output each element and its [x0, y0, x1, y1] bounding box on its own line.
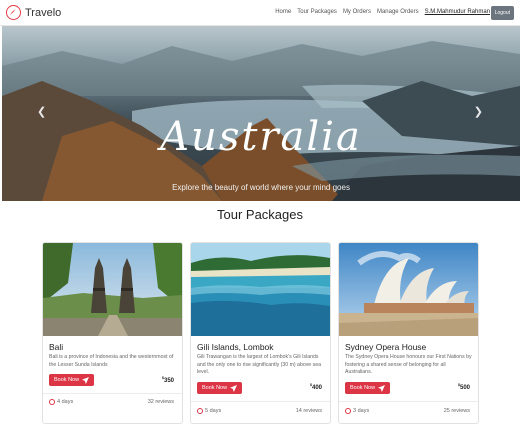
tour-image-sydney: [339, 243, 478, 336]
logout-button[interactable]: Logout: [490, 6, 514, 20]
paper-plane-icon: [378, 384, 386, 392]
card-divider: [339, 401, 478, 402]
navbar: Travelo Home Tour Packages My Orders Man…: [0, 0, 520, 26]
hero-subtitle: Explore the beauty of world where your m…: [172, 183, 350, 192]
tour-image-gili: [191, 243, 330, 336]
paper-plane-icon: [230, 384, 238, 392]
tour-reviews[interactable]: 14 reviews: [296, 408, 322, 414]
card-divider: [191, 401, 330, 402]
tour-price-value: 500: [459, 385, 470, 391]
nav-my-orders[interactable]: My Orders: [343, 9, 371, 15]
tour-name: Sydney Opera House: [345, 342, 427, 352]
book-now-label: Book Now: [350, 385, 376, 391]
tour-card-gili: Gili Islands, Lombok Gili Trawangan is t…: [190, 242, 331, 424]
book-now-button[interactable]: Book Now: [345, 382, 391, 394]
card-divider: [43, 393, 182, 394]
paper-plane-icon: [82, 376, 90, 384]
tour-name: Bali: [49, 342, 64, 352]
nav-user-name[interactable]: S.M.Mahmudur Rahman: [425, 9, 490, 15]
tour-card-sydney: Sydney Opera House The Sydney Opera Hous…: [338, 242, 479, 424]
book-now-label: Book Now: [54, 377, 80, 383]
book-now-label: Book Now: [202, 385, 228, 391]
clock-icon: [49, 399, 55, 405]
tour-price: $400: [310, 383, 322, 391]
brand-name: Travelo: [25, 6, 62, 19]
nav-links: Home Tour Packages My Orders Manage Orde…: [269, 9, 490, 15]
book-now-button[interactable]: Book Now: [49, 374, 95, 386]
tour-reviews[interactable]: 32 reviews: [148, 399, 174, 405]
clock-icon: [197, 408, 203, 414]
tour-price-value: 400: [311, 385, 322, 391]
hero-title: Australia: [160, 114, 362, 160]
clock-icon: [345, 408, 351, 414]
hero-carousel: ❮ ❯ Australia Explore the beauty of worl…: [2, 26, 520, 201]
tour-card-bali: Bali Bali is a province of Indonesia and…: [42, 242, 183, 424]
tour-days: 5 days: [205, 408, 222, 414]
tour-name: Gili Islands, Lombok: [197, 342, 274, 352]
tour-duration: 4 days: [49, 399, 73, 405]
book-now-button[interactable]: Book Now: [197, 382, 243, 394]
nav-tour-packages[interactable]: Tour Packages: [297, 9, 337, 15]
tour-days: 4 days: [57, 399, 74, 405]
tour-description: Gili Trawangan is the largest of Lombok'…: [197, 354, 321, 375]
tour-duration: 3 days: [345, 408, 369, 414]
nav-home[interactable]: Home: [275, 9, 291, 15]
tour-description: Bali is a province of Indonesia and the …: [49, 354, 174, 368]
tour-image-bali: [43, 243, 182, 336]
tour-price-value: 350: [163, 378, 174, 384]
tour-description: The Sydney Opera House honours our First…: [345, 354, 472, 375]
tour-reviews[interactable]: 25 reviews: [444, 408, 470, 414]
tour-price: $350: [162, 376, 174, 384]
compass-icon: [6, 5, 21, 20]
tour-duration: 5 days: [197, 408, 221, 414]
tour-days: 3 days: [353, 408, 370, 414]
nav-manage-orders[interactable]: Manage Orders: [377, 9, 419, 15]
section-title: Tour Packages: [217, 207, 303, 222]
tour-price: $500: [458, 383, 470, 391]
brand[interactable]: Travelo: [6, 5, 61, 20]
